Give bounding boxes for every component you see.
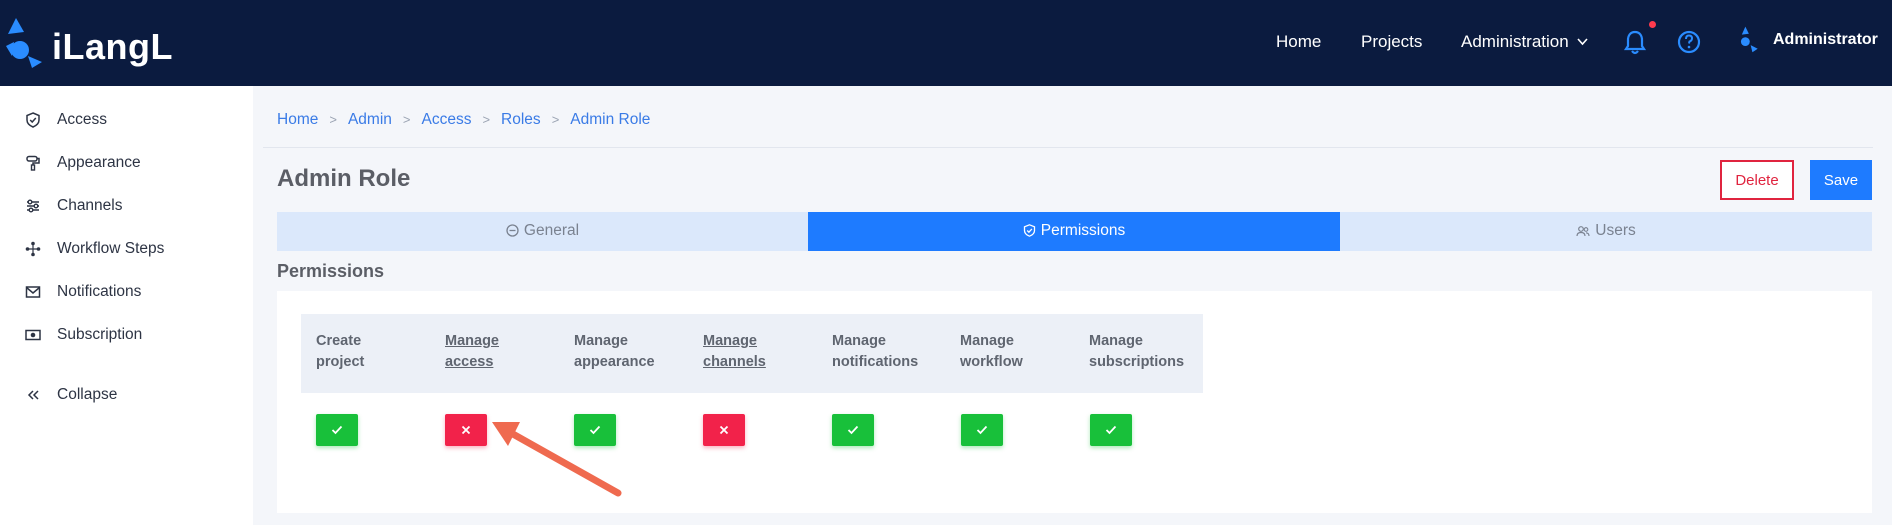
- sidebar-item-notifications[interactable]: Notifications: [0, 274, 253, 310]
- sidebar-item-appearance[interactable]: Appearance: [0, 145, 253, 181]
- breadcrumb-separator: >: [402, 112, 411, 127]
- sidebar: Access Appearance Channels Workflow Step…: [0, 86, 253, 525]
- minus-circle-icon: [506, 224, 519, 237]
- double-chevron-left-icon: [27, 390, 39, 400]
- breadcrumb-access[interactable]: Access: [421, 111, 471, 128]
- permissions-header-row: Create project Manage access Manage appeara…: [301, 314, 1203, 393]
- bell-icon[interactable]: [1620, 27, 1650, 57]
- permission-column-header-link[interactable]: Manage channels: [703, 331, 823, 373]
- breadcrumb-admin[interactable]: Admin: [348, 111, 392, 128]
- brand-name: iLangL: [52, 26, 173, 67]
- tab-label: General: [523, 222, 580, 239]
- sidebar-item-label: Notifications: [57, 283, 142, 300]
- tab-general[interactable]: General: [277, 212, 808, 251]
- permission-toggle-granted[interactable]: [574, 414, 616, 446]
- shield-check-icon: [26, 112, 40, 128]
- top-navbar: iLangL Home Projects Administration Admi…: [0, 0, 1892, 86]
- permission-column-header: Create project: [316, 333, 365, 370]
- breadcrumb: Home > Admin > Access > Roles > Admin Role: [277, 111, 650, 129]
- tab-bar: General Permissions Users: [277, 212, 1872, 251]
- check-icon: [976, 425, 988, 435]
- breadcrumb-separator: >: [551, 112, 560, 127]
- nav-projects[interactable]: Projects: [1361, 32, 1422, 52]
- workflow-icon: [25, 241, 41, 257]
- breadcrumb-admin-role[interactable]: Admin Role: [570, 111, 650, 128]
- close-icon: [719, 425, 729, 435]
- divider: [263, 147, 1873, 148]
- close-icon: [461, 425, 471, 435]
- check-icon: [331, 425, 343, 435]
- notification-dot: [1649, 21, 1656, 28]
- breadcrumb-separator: >: [482, 112, 491, 127]
- user-name[interactable]: Administrator: [1773, 31, 1878, 49]
- permission-column-header: Manage subscriptions: [1089, 333, 1185, 370]
- tab-label: Users: [1595, 222, 1636, 239]
- check-icon: [1105, 425, 1117, 435]
- tab-permissions[interactable]: Permissions: [808, 212, 1340, 251]
- sidebar-item-channels[interactable]: Channels: [0, 188, 253, 224]
- breadcrumb-roles[interactable]: Roles: [501, 111, 541, 128]
- users-icon: [1576, 226, 1590, 237]
- permission-column-header: Manage appearance: [574, 333, 655, 370]
- sidebar-item-label: Workflow Steps: [57, 240, 165, 257]
- money-icon: [25, 329, 41, 341]
- sliders-icon: [27, 199, 39, 213]
- sidebar-item-label: Subscription: [57, 326, 143, 343]
- permission-toggle-granted[interactable]: [961, 414, 1003, 446]
- permission-column-header-link[interactable]: Manage access: [445, 331, 565, 373]
- sidebar-item-label: Access: [57, 111, 107, 128]
- breadcrumb-separator: >: [329, 112, 337, 127]
- section-title: Permissions: [277, 261, 385, 281]
- help-icon[interactable]: [1674, 27, 1704, 57]
- nav-home[interactable]: Home: [1276, 32, 1321, 52]
- chevron-down-icon[interactable]: [1577, 38, 1588, 46]
- sidebar-item-label: Collapse: [57, 386, 118, 403]
- sidebar-item-subscription[interactable]: Subscription: [0, 317, 253, 353]
- sidebar-item-label: Appearance: [57, 154, 141, 171]
- save-button[interactable]: Save: [1810, 160, 1872, 200]
- tab-users[interactable]: Users: [1340, 212, 1872, 251]
- brand-logo[interactable]: iLangL: [0, 8, 180, 78]
- permission-toggle-granted[interactable]: [1090, 414, 1132, 446]
- permission-toggle-granted[interactable]: [832, 414, 874, 446]
- permission-column-header: Manage notifications: [832, 333, 919, 370]
- breadcrumb-home[interactable]: Home: [277, 111, 318, 128]
- delete-button[interactable]: Delete: [1720, 160, 1794, 200]
- sidebar-item-workflow-steps[interactable]: Workflow Steps: [0, 231, 253, 267]
- permission-column-header: Manage workflow: [960, 333, 1023, 370]
- sidebar-collapse[interactable]: Collapse: [0, 377, 253, 413]
- permission-toggle-denied[interactable]: [445, 414, 487, 446]
- shield-check-icon: [1023, 224, 1035, 237]
- nav-administration[interactable]: Administration: [1461, 32, 1569, 52]
- sidebar-item-label: Channels: [57, 197, 123, 214]
- page-title: Admin Role: [277, 165, 411, 192]
- avatar[interactable]: [1733, 24, 1763, 54]
- envelope-icon: [25, 286, 41, 298]
- permission-toggle-denied[interactable]: [703, 414, 745, 446]
- permissions-panel: Create project Manage access Manage appeara…: [277, 291, 1872, 513]
- permission-toggle-granted[interactable]: [316, 414, 358, 446]
- tab-label: Permissions: [1040, 222, 1126, 239]
- paint-roller-icon: [26, 155, 40, 171]
- sidebar-item-access[interactable]: Access: [0, 102, 253, 138]
- check-icon: [847, 425, 859, 435]
- check-icon: [589, 425, 601, 435]
